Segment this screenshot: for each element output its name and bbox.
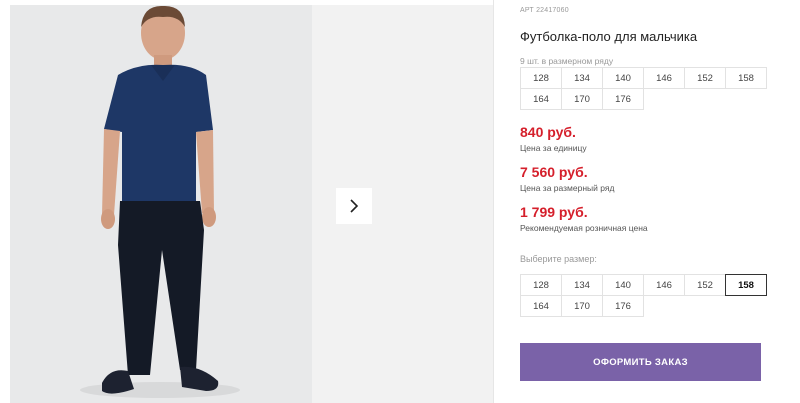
- size-option[interactable]: 128: [520, 274, 562, 296]
- size-option[interactable]: 164: [520, 295, 562, 317]
- unit-price: 840 руб.: [520, 124, 576, 140]
- pack-price: 7 560 руб.: [520, 164, 588, 180]
- pack-size-cell: 134: [561, 67, 603, 89]
- size-option[interactable]: 146: [643, 274, 685, 296]
- sku-value: 22417060: [536, 7, 569, 14]
- retail-price-label: Рекомендуемая розничная цена: [520, 223, 648, 233]
- pack-size-cell: 176: [602, 88, 644, 110]
- size-option[interactable]: 152: [684, 274, 726, 296]
- next-image-button[interactable]: [336, 188, 372, 224]
- pack-size-cell: 152: [684, 67, 726, 89]
- pack-price-label: Цена за размерный ряд: [520, 183, 615, 193]
- pack-size-cell: 170: [561, 88, 603, 110]
- pack-size-cell: 158: [725, 67, 767, 89]
- size-option[interactable]: 170: [561, 295, 603, 317]
- retail-price: 1 799 руб.: [520, 204, 588, 220]
- product-gallery: [10, 5, 493, 403]
- product-photo: [10, 5, 312, 403]
- size-option[interactable]: 134: [561, 274, 603, 296]
- sku: АРТ 22417060: [520, 7, 569, 14]
- pack-size-cell: 128: [520, 67, 562, 89]
- size-option-selected[interactable]: 158: [725, 274, 767, 296]
- chevron-right-icon: [350, 199, 359, 213]
- pack-size-cell: 146: [643, 67, 685, 89]
- sku-prefix: АРТ: [520, 7, 534, 14]
- place-order-button[interactable]: ОФОРМИТЬ ЗАКАЗ: [520, 343, 761, 381]
- divider: [493, 0, 494, 403]
- pack-size-cell: 164: [520, 88, 562, 110]
- size-picker: 128 134 140 146 152 158 164 170 176: [520, 274, 767, 317]
- size-option[interactable]: 176: [602, 295, 644, 317]
- size-picker-label: Выберите размер:: [520, 254, 597, 264]
- pack-size-cell: 140: [602, 67, 644, 89]
- pack-note: 9 шт. в размерном ряду: [520, 56, 614, 66]
- product-title: Футболка-поло для мальчика: [520, 29, 698, 44]
- pack-size-grid: 128 134 140 146 152 158 164 170 176: [520, 67, 767, 110]
- size-option[interactable]: 140: [602, 274, 644, 296]
- unit-price-label: Цена за единицу: [520, 143, 587, 153]
